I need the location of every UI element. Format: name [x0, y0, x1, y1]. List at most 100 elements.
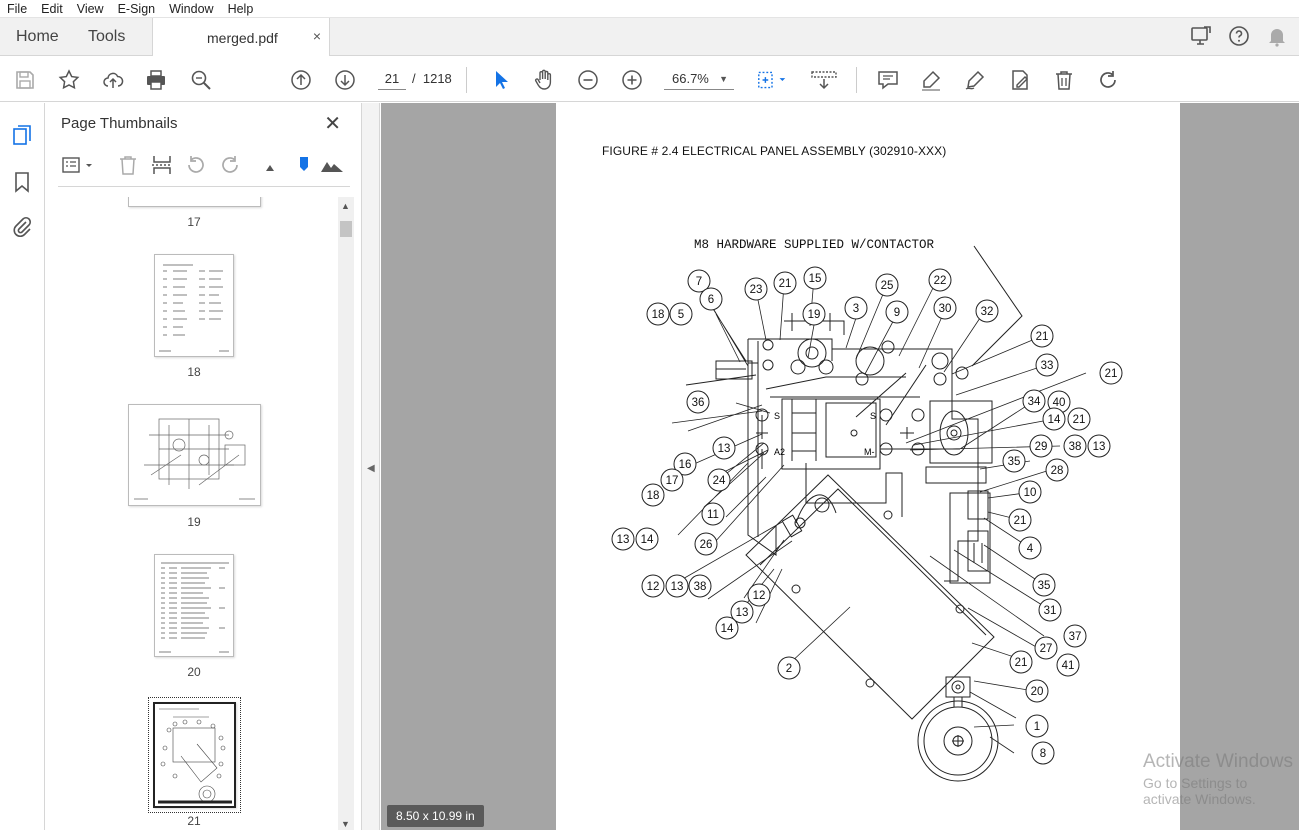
menu-file[interactable]: File: [0, 2, 34, 16]
hand-pan-icon[interactable]: [531, 67, 557, 93]
attachments-paperclip-icon[interactable]: [10, 215, 36, 241]
thumbnail-list[interactable]: 17 18 19 20 21: [46, 197, 338, 830]
part-callout-33: 33: [1035, 353, 1059, 377]
part-callout-17: 17: [660, 468, 684, 492]
callout-number: 11: [707, 509, 719, 521]
part-callout-13: 13: [712, 436, 736, 460]
bookmarks-icon[interactable]: [10, 170, 36, 196]
help-icon[interactable]: [1227, 24, 1251, 51]
bookmark-star-icon[interactable]: [56, 67, 82, 93]
share-screen-icon[interactable]: [1189, 24, 1213, 51]
thumbnail-label: 20: [187, 665, 201, 679]
document-view[interactable]: FIGURE # 2.4 ELECTRICAL PANEL ASSEMBLY (…: [381, 103, 1299, 830]
thumbnail-page-20[interactable]: [154, 554, 234, 657]
part-callout-21: 21: [1099, 361, 1123, 385]
menu-view[interactable]: View: [70, 2, 111, 16]
page-number-input[interactable]: 21: [378, 68, 406, 90]
callout-number: 12: [753, 590, 766, 602]
callout-number: 3: [853, 303, 859, 315]
callout-number: 38: [1069, 441, 1082, 453]
zoom-out-icon[interactable]: [575, 67, 601, 93]
part-callout-19: 19: [802, 302, 826, 326]
zoom-search-icon[interactable]: [188, 67, 214, 93]
notifications-bell-icon[interactable]: [1265, 24, 1289, 51]
part-callout-38: 38: [1063, 434, 1087, 458]
previous-page-icon[interactable]: [288, 67, 314, 93]
thumbnail-page-17[interactable]: [128, 197, 261, 207]
thumbnail-page-18[interactable]: [154, 254, 234, 357]
callout-number: 2: [786, 663, 792, 675]
part-callout-13: 13: [1087, 434, 1111, 458]
menu-bar: File Edit View E-Sign Window Help: [0, 0, 1299, 18]
panel-collapse-strip[interactable]: ◀: [362, 103, 380, 830]
callout-number: 14: [721, 623, 734, 635]
callout-number: 16: [679, 459, 692, 471]
part-callout-36: 36: [686, 390, 710, 414]
part-callout-18: 18: [646, 302, 670, 326]
menu-window[interactable]: Window: [162, 2, 220, 16]
zoom-level-select[interactable]: 66.7% ▼: [664, 68, 734, 90]
watermark-line-1: Activate Windows: [1143, 751, 1293, 772]
zoom-in-icon[interactable]: [619, 67, 645, 93]
menu-esign[interactable]: E-Sign: [111, 2, 163, 16]
part-callout-12: 12: [641, 574, 665, 598]
part-callout-35: 35: [1032, 573, 1056, 597]
callout-number: 35: [1038, 580, 1051, 592]
part-callout-29: 29: [1029, 434, 1053, 458]
callout-number: 21: [1015, 657, 1028, 669]
thumbnail-toolbar: [58, 149, 350, 187]
comment-icon[interactable]: [875, 67, 901, 93]
activation-watermark: Activate Windows Go to Settings to activ…: [1143, 751, 1299, 807]
highlight-pen-icon[interactable]: [918, 67, 944, 93]
callout-number: 27: [1040, 643, 1053, 655]
page-thumbnails-icon[interactable]: [10, 123, 36, 149]
rotate-clockwise-icon[interactable]: [218, 153, 244, 179]
scrollbar-thumb[interactable]: [340, 221, 352, 237]
callout-number: 1: [1034, 721, 1040, 733]
thumbnail-size-small-icon[interactable]: [262, 153, 288, 179]
electrical-panel-drawing: M8 HARDWARE SUPPLIED W/CONTACTOR 7623 21…: [611, 238, 1123, 782]
part-callout-32: 32: [975, 299, 999, 323]
tab-close-button[interactable]: ×: [313, 28, 321, 44]
part-callout-18: 18: [641, 483, 665, 507]
edit-pdf-icon[interactable]: [1007, 67, 1033, 93]
sign-pen-icon[interactable]: [962, 67, 988, 93]
scrolling-mode-icon[interactable]: [810, 67, 838, 93]
scroll-down-arrow-icon[interactable]: ▼: [341, 819, 350, 829]
upload-cloud-icon[interactable]: [100, 67, 126, 93]
delete-trash-icon[interactable]: [1051, 67, 1077, 93]
part-callout-22: 22: [928, 268, 952, 292]
panel-close-button[interactable]: ✕: [324, 111, 341, 136]
fit-page-icon[interactable]: [754, 67, 790, 93]
tab-tools[interactable]: Tools: [88, 28, 125, 46]
tab-document[interactable]: merged.pdf ×: [152, 18, 330, 56]
print-icon[interactable]: [143, 67, 169, 93]
tab-home[interactable]: Home: [16, 28, 59, 46]
thumbnail-page-21[interactable]: [153, 702, 236, 808]
callout-number: 21: [1105, 368, 1118, 380]
part-callout-27: 27: [1034, 636, 1058, 660]
thumbnail-page-19[interactable]: [128, 404, 261, 506]
callout-number: 37: [1069, 631, 1082, 643]
menu-edit[interactable]: Edit: [34, 2, 70, 16]
callout-number: 25: [881, 280, 894, 292]
select-cursor-icon[interactable]: [488, 67, 514, 93]
thumbnail-options-icon[interactable]: [60, 153, 96, 179]
callout-number: 24: [713, 475, 726, 487]
thumbnail-size-slider-icon[interactable]: [292, 153, 318, 179]
callout-number: 18: [647, 490, 660, 502]
part-callout-6: 6: [699, 287, 723, 311]
rotate-counterclockwise-icon[interactable]: [184, 153, 210, 179]
thumbnail-size-large-icon[interactable]: [320, 153, 346, 179]
scroll-up-arrow-icon[interactable]: ▲: [341, 201, 350, 211]
rotate-redo-icon[interactable]: [1095, 67, 1121, 93]
menu-help[interactable]: Help: [221, 2, 261, 16]
part-callout-20: 20: [1025, 679, 1049, 703]
collapse-arrow-icon[interactable]: ◀: [367, 463, 375, 474]
insert-page-icon[interactable]: [150, 153, 176, 179]
next-page-icon[interactable]: [332, 67, 358, 93]
delete-page-icon[interactable]: [116, 153, 142, 179]
save-icon[interactable]: [12, 67, 38, 93]
thumbnail-scrollbar[interactable]: ▲ ▼: [338, 197, 354, 830]
part-callout-1: 1: [1025, 714, 1049, 738]
